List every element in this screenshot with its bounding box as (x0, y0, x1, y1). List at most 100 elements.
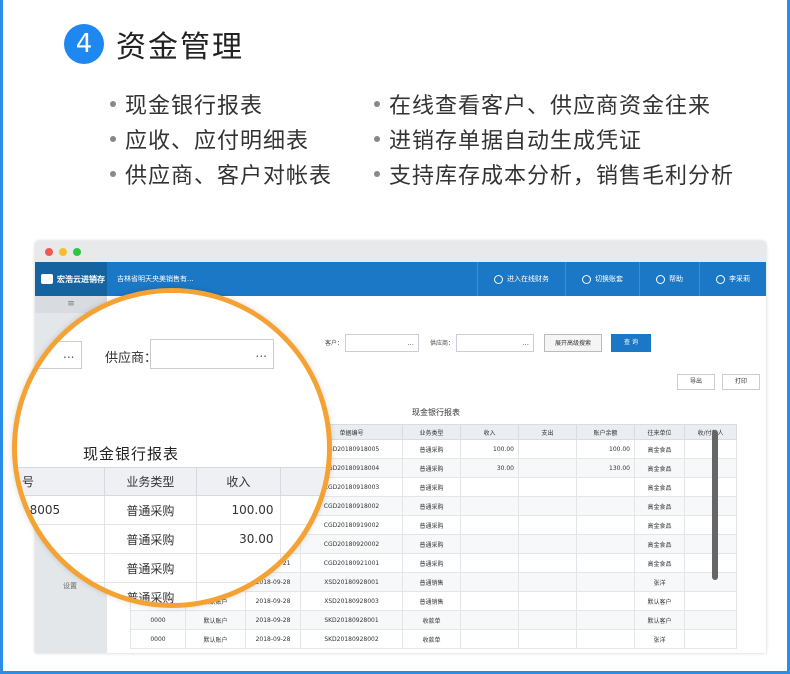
report-title: 现金银行报表 (412, 408, 460, 417)
table-cell (518, 534, 577, 554)
table-cell (576, 553, 635, 573)
table-row[interactable]: 0000 默认账户 2018-09-28 SKD20180928001 收款单 默认客户 (130, 610, 737, 630)
table-cell (518, 553, 577, 573)
table-cell: 高金食品 (634, 477, 685, 497)
table-cell (684, 572, 737, 592)
bullet-icon (110, 100, 116, 107)
export-button[interactable]: 导出 (677, 374, 715, 390)
column-header: 收入 (196, 467, 281, 496)
table-cell: 高金食品 (634, 496, 685, 516)
table-cell (518, 515, 577, 535)
user-menu-button[interactable]: 李采莉 (699, 262, 766, 296)
logo-icon (41, 274, 53, 284)
cloud-icon (494, 274, 503, 284)
bullet-icon (374, 100, 380, 107)
close-window-button[interactable] (45, 247, 53, 256)
switch-account-button[interactable]: 切换账套 (565, 262, 639, 296)
bullet-icon (110, 135, 116, 142)
print-button[interactable]: 打印 (722, 374, 760, 390)
table-cell (684, 515, 737, 535)
advanced-search-button[interactable]: 展开高级搜索 (544, 334, 602, 352)
feature-item: 应收、应付明细表 (110, 123, 374, 155)
table-scrollbar[interactable] (712, 430, 718, 580)
table-cell (684, 496, 737, 516)
customer-label: 客户： (325, 340, 344, 347)
minimize-window-button[interactable] (59, 247, 67, 256)
table-cell (576, 610, 635, 630)
table-cell (518, 439, 577, 459)
magnified-cell: 普通采购 (103, 524, 198, 554)
table-row[interactable]: 0000 默认账户 2018-09-28 SKD20180928002 收款单 张洋 (130, 629, 737, 649)
table-cell (576, 515, 635, 535)
bullet-icon (374, 170, 380, 177)
table-cell: 高金食品 (634, 553, 685, 573)
table-cell: 普通销售 (402, 572, 461, 592)
app-logo: 宏浩云进销存 (35, 262, 107, 296)
section-heading: 4 资金管理 (64, 22, 244, 66)
frame-left-border (0, 0, 3, 674)
table-cell (576, 572, 635, 592)
column-header[interactable]: 支出 (518, 424, 577, 440)
magnified-cell: 18005 (17, 495, 105, 525)
supplier-select[interactable]: ... (456, 334, 534, 352)
edit-icon (582, 274, 591, 284)
column-header[interactable]: 账户余额 (576, 424, 635, 440)
table-cell: 普通采购 (402, 553, 461, 573)
column-header[interactable]: 收/付款人 (684, 424, 737, 440)
table-cell: 普通采购 (402, 496, 461, 516)
table-cell (684, 610, 737, 630)
magnified-field[interactable]: ... (17, 341, 82, 369)
table-cell (518, 629, 577, 649)
table-cell (460, 515, 519, 535)
table-cell: 2018-09-28 (245, 610, 301, 630)
table-cell (460, 572, 519, 592)
table-cell: 默认账户 (185, 610, 246, 630)
table-cell: 高金食品 (634, 439, 685, 459)
table-cell: 默认账户 (185, 629, 246, 649)
feature-item: 供应商、客户对帐表 (110, 158, 374, 190)
magnified-cell (279, 495, 327, 525)
search-button[interactable]: 查 询 (611, 334, 651, 352)
feature-list: 现金银行报表 在线查看客户、供应商资金往来 应收、应付明细表 进销存单据自动生成… (110, 86, 770, 191)
table-cell (460, 629, 519, 649)
table-cell: 2018-09-28 (245, 629, 301, 649)
online-finance-button[interactable]: 进入在线财务 (477, 262, 565, 296)
column-header[interactable]: 往来单位 (634, 424, 685, 440)
table-cell (518, 591, 577, 611)
table-cell: 100.00 (460, 439, 519, 459)
magnified-row: 18005 普通采购 100.00 (17, 495, 327, 525)
table-cell: SKD20180928001 (300, 610, 403, 630)
magnified-cell: 100.00 (196, 495, 281, 525)
table-cell: 默认客户 (634, 591, 685, 611)
magnified-row: 普通采购 (17, 553, 327, 583)
table-cell: 0000 (130, 610, 186, 630)
customer-select[interactable]: ... (345, 334, 419, 352)
maximize-window-button[interactable] (73, 247, 81, 256)
table-cell (684, 534, 737, 554)
table-cell: 普通采购 (402, 458, 461, 478)
bullet-icon (110, 170, 116, 177)
feature-item: 支持库存成本分析，销售毛利分析 (374, 158, 734, 190)
magnified-report-title: 现金银行报表 (83, 445, 180, 463)
table-cell: 普通采购 (402, 534, 461, 554)
window-titlebar (35, 241, 766, 262)
column-header (279, 467, 327, 496)
supplier-label: 供应商： (430, 340, 455, 347)
feature-item: 进销存单据自动生成凭证 (374, 123, 642, 155)
section-number-badge: 4 (64, 24, 104, 64)
table-cell: 高金食品 (634, 515, 685, 535)
table-cell (684, 591, 737, 611)
magnified-cell: 04 (17, 524, 105, 554)
magnified-supplier-select[interactable]: ... (150, 339, 274, 369)
magnified-cell (196, 553, 281, 583)
column-header[interactable]: 业务类型 (402, 424, 461, 440)
magnified-table: 号 业务类型 收入 18005 普通采购 100.00 04 普通采购 30.00 普通采购… (17, 467, 327, 603)
table-cell: 高金食品 (634, 458, 685, 478)
table-cell: 收款单 (402, 629, 461, 649)
table-cell: SKD20180928002 (300, 629, 403, 649)
help-button[interactable]: 帮助 (639, 262, 699, 296)
table-cell (576, 477, 635, 497)
column-header[interactable]: 收入 (460, 424, 519, 440)
table-cell: 张洋 (634, 572, 685, 592)
table-cell (460, 534, 519, 554)
